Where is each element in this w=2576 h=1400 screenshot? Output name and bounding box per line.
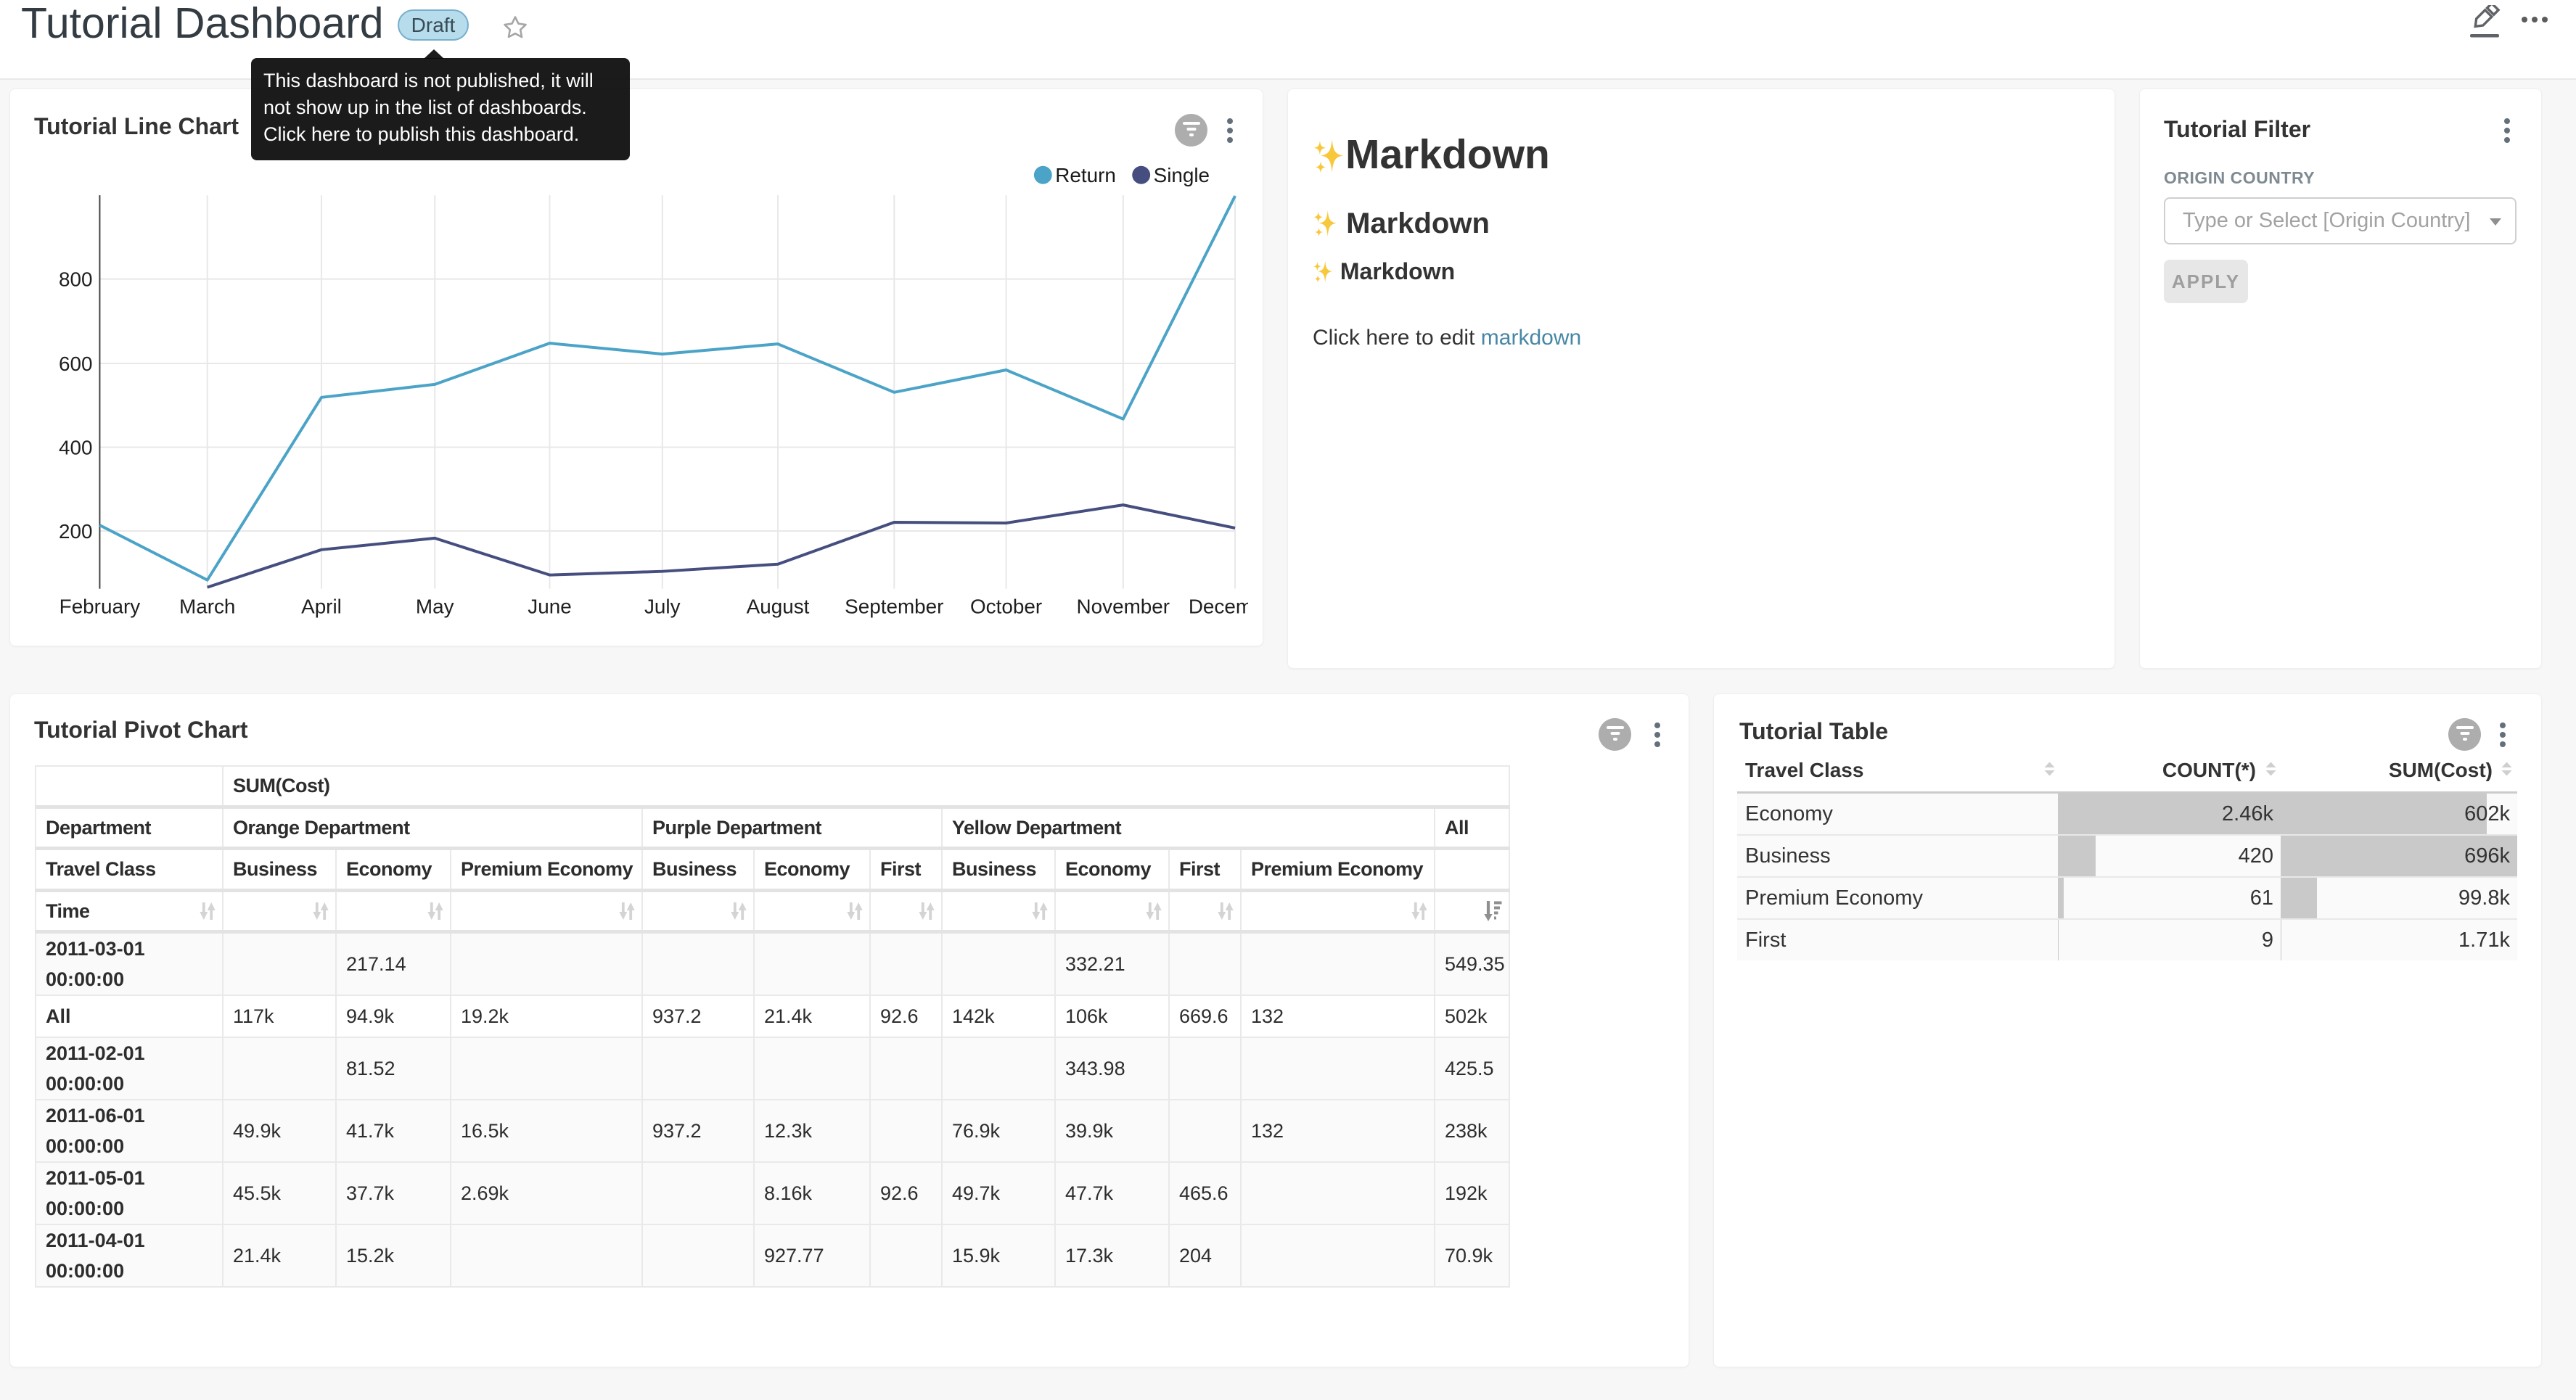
svg-text:February: February bbox=[60, 595, 141, 617]
svg-text:June: June bbox=[528, 595, 571, 617]
svg-text:400: 400 bbox=[59, 436, 92, 458]
svg-text:December: December bbox=[1189, 595, 1248, 617]
svg-text:September: September bbox=[845, 595, 943, 617]
svg-text:April: April bbox=[301, 595, 342, 617]
svg-text:October: October bbox=[970, 595, 1042, 617]
svg-text:Return: Return bbox=[1055, 164, 1116, 186]
svg-text:August: August bbox=[747, 595, 810, 617]
svg-text:600: 600 bbox=[59, 353, 92, 375]
svg-text:March: March bbox=[179, 595, 235, 617]
svg-text:Single: Single bbox=[1154, 164, 1210, 186]
svg-text:800: 800 bbox=[59, 268, 92, 291]
svg-text:November: November bbox=[1077, 595, 1170, 617]
svg-text:200: 200 bbox=[59, 520, 92, 543]
svg-text:July: July bbox=[644, 595, 681, 617]
svg-text:May: May bbox=[416, 595, 454, 617]
